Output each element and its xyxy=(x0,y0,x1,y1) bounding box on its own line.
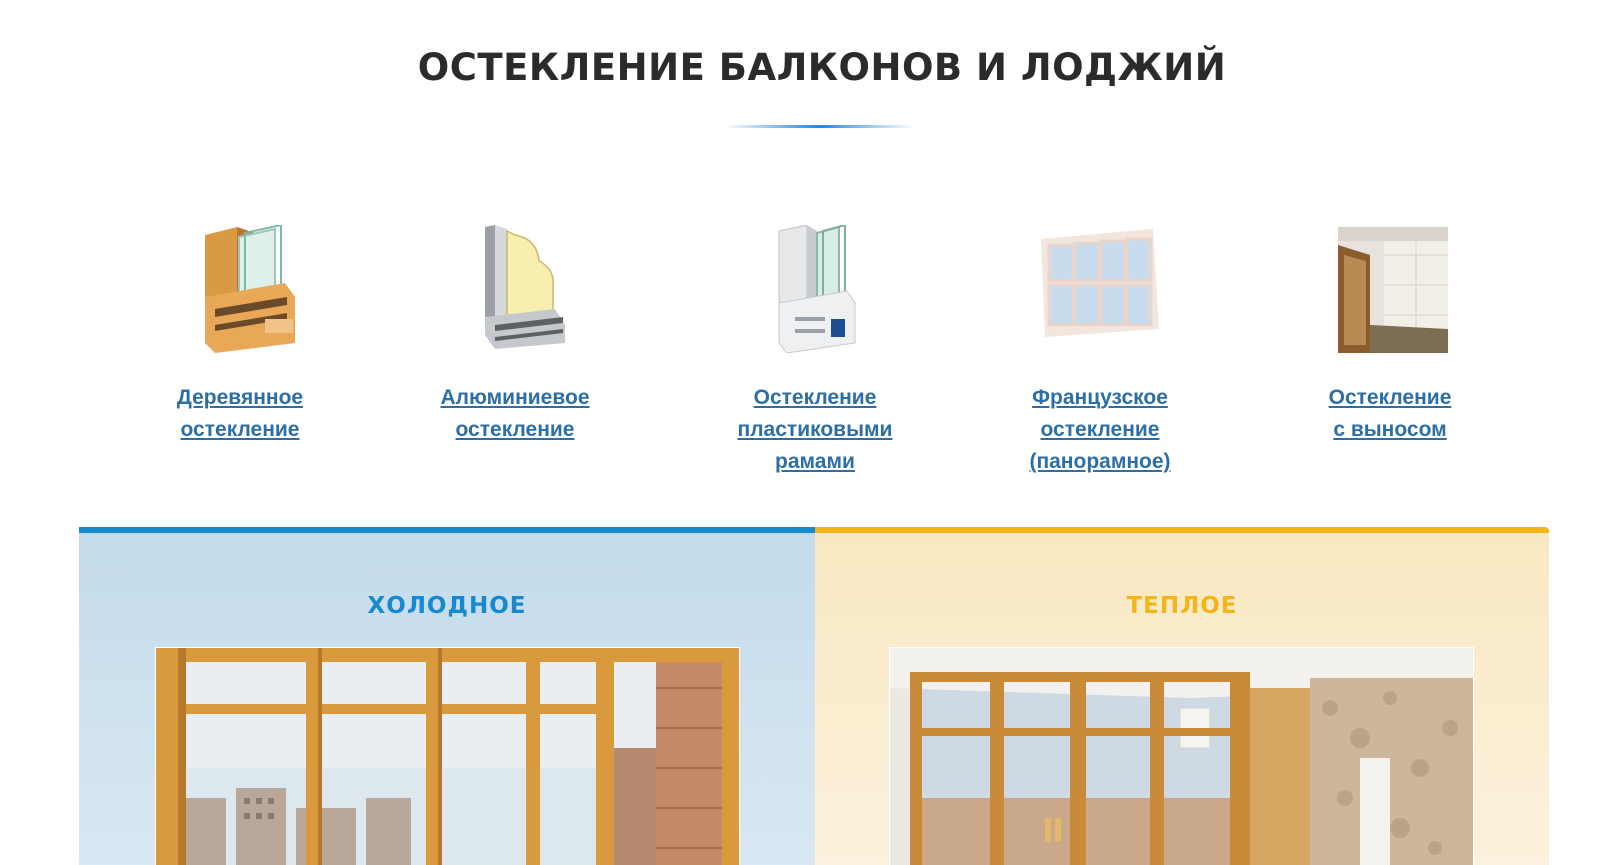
warm-panel-title: ТЕПЛОЕ xyxy=(1126,593,1238,619)
type-card-extension[interactable]: Остекление с выносом xyxy=(1275,225,1505,446)
type-label-line: с выносом xyxy=(1333,418,1447,441)
type-card-french[interactable]: Французское остекление (панорамное) xyxy=(985,225,1215,478)
cold-glazing-panel[interactable]: ХОЛОДНОЕ xyxy=(79,527,815,865)
type-label-line: (панорамное) xyxy=(1029,450,1171,473)
type-card-aluminium[interactable]: Алюминиевое остекление xyxy=(400,225,630,446)
wooden-glazing-link[interactable]: Деревянное остекление xyxy=(125,382,355,446)
type-label-line: Остекление xyxy=(753,386,877,409)
plastic-glazing-link[interactable]: Остекление пластиковыми рамами xyxy=(700,382,930,478)
cold-panel-title: ХОЛОДНОЕ xyxy=(367,593,527,619)
plastic-profile-image xyxy=(755,223,875,355)
type-label-line: остекление xyxy=(180,418,300,441)
aluminium-glazing-link[interactable]: Алюминиевое остекление xyxy=(400,382,630,446)
type-card-plastic[interactable]: Остекление пластиковыми рамами xyxy=(700,223,930,478)
french-glazing-image xyxy=(1035,225,1165,355)
type-label-line: остекление xyxy=(1040,418,1160,441)
type-label-line: Остекление xyxy=(1328,386,1452,409)
type-label-line: рамами xyxy=(775,450,855,473)
warm-balcony-photo xyxy=(889,647,1474,865)
type-label-line: остекление xyxy=(455,418,575,441)
warm-glazing-panel[interactable]: ТЕПЛОЕ xyxy=(815,527,1549,865)
cold-balcony-photo xyxy=(155,647,740,865)
wooden-profile-image xyxy=(175,223,305,355)
aluminium-profile-image xyxy=(455,225,575,355)
type-card-wooden[interactable]: Деревянное остекление xyxy=(125,223,355,446)
extension-glazing-link[interactable]: Остекление с выносом xyxy=(1275,382,1505,446)
page-title: ОСТЕКЛЕНИЕ БАЛКОНОВ И ЛОДЖИЙ xyxy=(417,46,1227,89)
type-label-line: пластиковыми xyxy=(737,418,893,441)
extension-balcony-image xyxy=(1330,225,1450,355)
french-glazing-link[interactable]: Французское остекление (панорамное) xyxy=(985,382,1215,478)
type-label-line: Алюминиевое xyxy=(440,386,590,409)
type-label-line: Французское xyxy=(1032,386,1168,409)
title-divider xyxy=(725,125,913,128)
type-label-line: Деревянное xyxy=(176,386,304,409)
